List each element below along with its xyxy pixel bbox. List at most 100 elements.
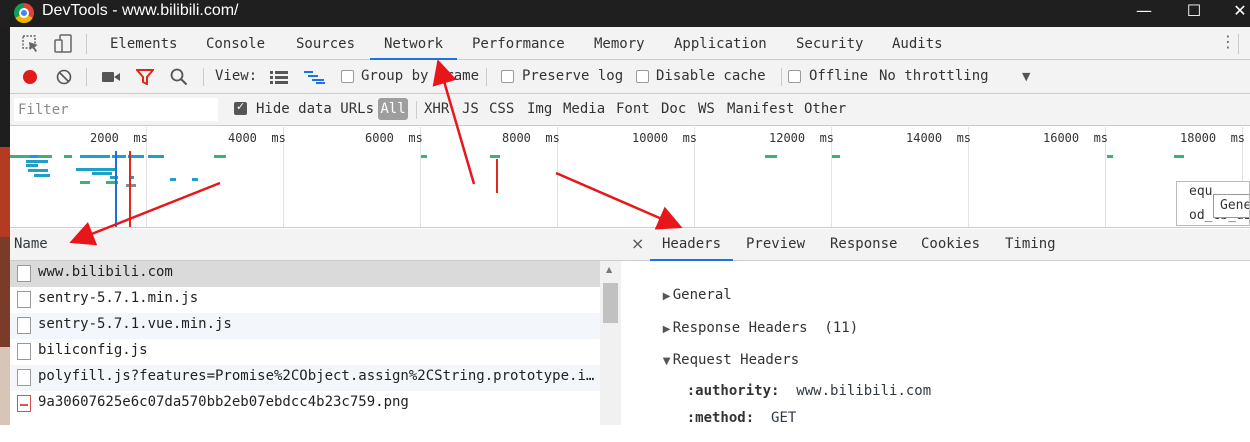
header-key: :method: [686, 410, 755, 426]
window-title: DevTools - www.bilibili.com/ [42, 2, 239, 19]
background-window-edge [0, 27, 10, 425]
throttling-select[interactable]: No throttling [879, 68, 989, 84]
filter-type-xhr[interactable]: XHR [424, 101, 449, 117]
device-toolbar-icon[interactable] [54, 34, 72, 54]
file-icon [17, 343, 31, 360]
hide-data-urls-label: Hide data URLs [256, 101, 375, 117]
tab-performance[interactable]: Performance [472, 27, 565, 60]
tick-label: 12000 ms [769, 131, 835, 145]
request-name: sentry-5.7.1.min.js [38, 290, 199, 306]
tab-memory[interactable]: Memory [594, 27, 645, 60]
name-column-header[interactable]: Name [10, 229, 621, 261]
chevron-down-icon[interactable]: ▼ [1022, 70, 1030, 83]
devtools-tabbar: Elements Console Sources Network Perform… [10, 27, 1250, 60]
large-rows-icon[interactable] [270, 70, 288, 84]
filter-type-other[interactable]: Other [804, 101, 846, 117]
header-method: :method: GET [653, 394, 797, 442]
scroll-up-icon[interactable]: ▲ [606, 265, 612, 274]
filter-type-all[interactable]: All [378, 98, 408, 120]
filter-type-font[interactable]: Font [616, 101, 650, 117]
capture-screenshots-icon[interactable] [102, 70, 120, 84]
disable-cache-checkbox[interactable] [636, 70, 649, 83]
clear-icon[interactable] [56, 69, 72, 85]
tab-cookies[interactable]: Cookies [921, 229, 980, 261]
tab-security[interactable]: Security [796, 27, 863, 60]
general-label: General [672, 287, 732, 303]
filter-type-css[interactable]: CSS [489, 101, 514, 117]
header-value: GET [771, 410, 797, 426]
filter-type-doc[interactable]: Doc [661, 101, 686, 117]
tick-label: 8000 ms [502, 131, 560, 145]
request-name: sentry-5.7.1.vue.min.js [38, 316, 232, 332]
tab-elements[interactable]: Elements [110, 27, 177, 60]
tooltip-line: equ [1189, 184, 1213, 199]
file-icon [17, 317, 31, 334]
tooltip-box-text: Gene [1220, 198, 1250, 213]
tab-audits[interactable]: Audits [892, 27, 943, 60]
requests-scrollbar[interactable]: ▲ [600, 261, 621, 425]
hover-tooltip: equ od_cb_di Gene [1176, 181, 1250, 226]
waterfall-overview-icon[interactable] [304, 70, 326, 84]
view-label: View: [215, 68, 258, 84]
preserve-log-checkbox[interactable] [501, 70, 514, 83]
header-value: www.bilibili.com [796, 383, 932, 399]
filter-type-js[interactable]: JS [462, 101, 479, 117]
network-toolbar: View: Group by frame Preserve log Disabl… [10, 60, 1250, 94]
tick-label: 10000 ms [632, 131, 698, 145]
request-row[interactable]: sentry-5.7.1.vue.min.js [10, 313, 600, 339]
request-row[interactable]: polyfill.js?features=Promise%2CObject.as… [10, 365, 600, 391]
request-name: biliconfig.js [38, 342, 148, 358]
tab-timing[interactable]: Timing [1005, 229, 1056, 261]
offline-checkbox[interactable] [788, 70, 801, 83]
record-icon[interactable] [23, 70, 37, 84]
detail-tabbar: × Headers Preview Response Cookies Timin… [621, 229, 1250, 261]
request-headers-label: Request Headers [672, 352, 800, 368]
hide-data-urls-checkbox[interactable] [234, 100, 247, 115]
scrollbar-thumb[interactable] [603, 283, 618, 323]
inspect-element-icon[interactable] [22, 35, 40, 53]
minimize-button[interactable]: — [1124, 0, 1164, 27]
tick-label: 2000 ms [90, 131, 148, 145]
filter-input[interactable] [14, 98, 218, 121]
request-name: www.bilibili.com [38, 264, 173, 280]
chrome-logo-icon [14, 3, 34, 23]
request-row[interactable]: www.bilibili.com [10, 261, 600, 287]
request-row[interactable]: sentry-5.7.1.min.js [10, 287, 600, 313]
image-file-icon [17, 395, 31, 412]
triangle-right-icon: ▶ [662, 291, 671, 302]
response-headers-label: Response Headers (11) [672, 320, 859, 336]
request-row[interactable]: 9a30607625e6c07da570bb2eb07ebdcc4b23c759… [10, 391, 600, 417]
more-menu-icon[interactable]: ⋮ [1220, 32, 1236, 51]
filter-type-media[interactable]: Media [563, 101, 605, 117]
tab-network[interactable]: Network [369, 27, 458, 60]
search-icon[interactable] [170, 68, 188, 86]
filter-type-img[interactable]: Img [527, 101, 552, 117]
file-icon [17, 369, 31, 386]
group-by-frame-label: Group by frame [361, 68, 480, 84]
tab-sources[interactable]: Sources [296, 27, 355, 60]
name-header-label: Name [14, 236, 48, 252]
close-icon[interactable]: × [631, 234, 644, 253]
filter-type-ws[interactable]: WS [698, 101, 715, 117]
request-name: polyfill.js?features=Promise%2CObject.as… [38, 368, 598, 384]
network-overview-timeline[interactable]: 2000 ms 4000 ms 6000 ms 8000 ms 10000 ms… [10, 127, 1250, 228]
offline-label: Offline [809, 68, 869, 84]
filter-type-manifest[interactable]: Manifest [727, 101, 794, 117]
tab-console[interactable]: Console [206, 27, 265, 60]
tab-application[interactable]: Application [674, 27, 767, 60]
disable-cache-label: Disable cache [656, 68, 766, 84]
triangle-right-icon: ▶ [662, 324, 671, 335]
request-name: 9a30607625e6c07da570bb2eb07ebdcc4b23c759… [38, 394, 409, 410]
close-window-button[interactable]: ✕ [1220, 0, 1250, 27]
tab-headers[interactable]: Headers [649, 229, 734, 261]
filter-icon[interactable] [136, 69, 154, 85]
triangle-down-icon: ▼ [662, 356, 671, 367]
tick-label: 18000 ms [1180, 131, 1246, 145]
group-by-frame-checkbox[interactable] [341, 70, 354, 83]
tick-label: 16000 ms [1043, 131, 1109, 145]
maximize-button[interactable]: ☐ [1174, 0, 1214, 27]
tab-preview[interactable]: Preview [746, 229, 805, 261]
file-icon [17, 265, 31, 282]
request-row[interactable]: biliconfig.js [10, 339, 600, 365]
tab-response[interactable]: Response [830, 229, 897, 261]
